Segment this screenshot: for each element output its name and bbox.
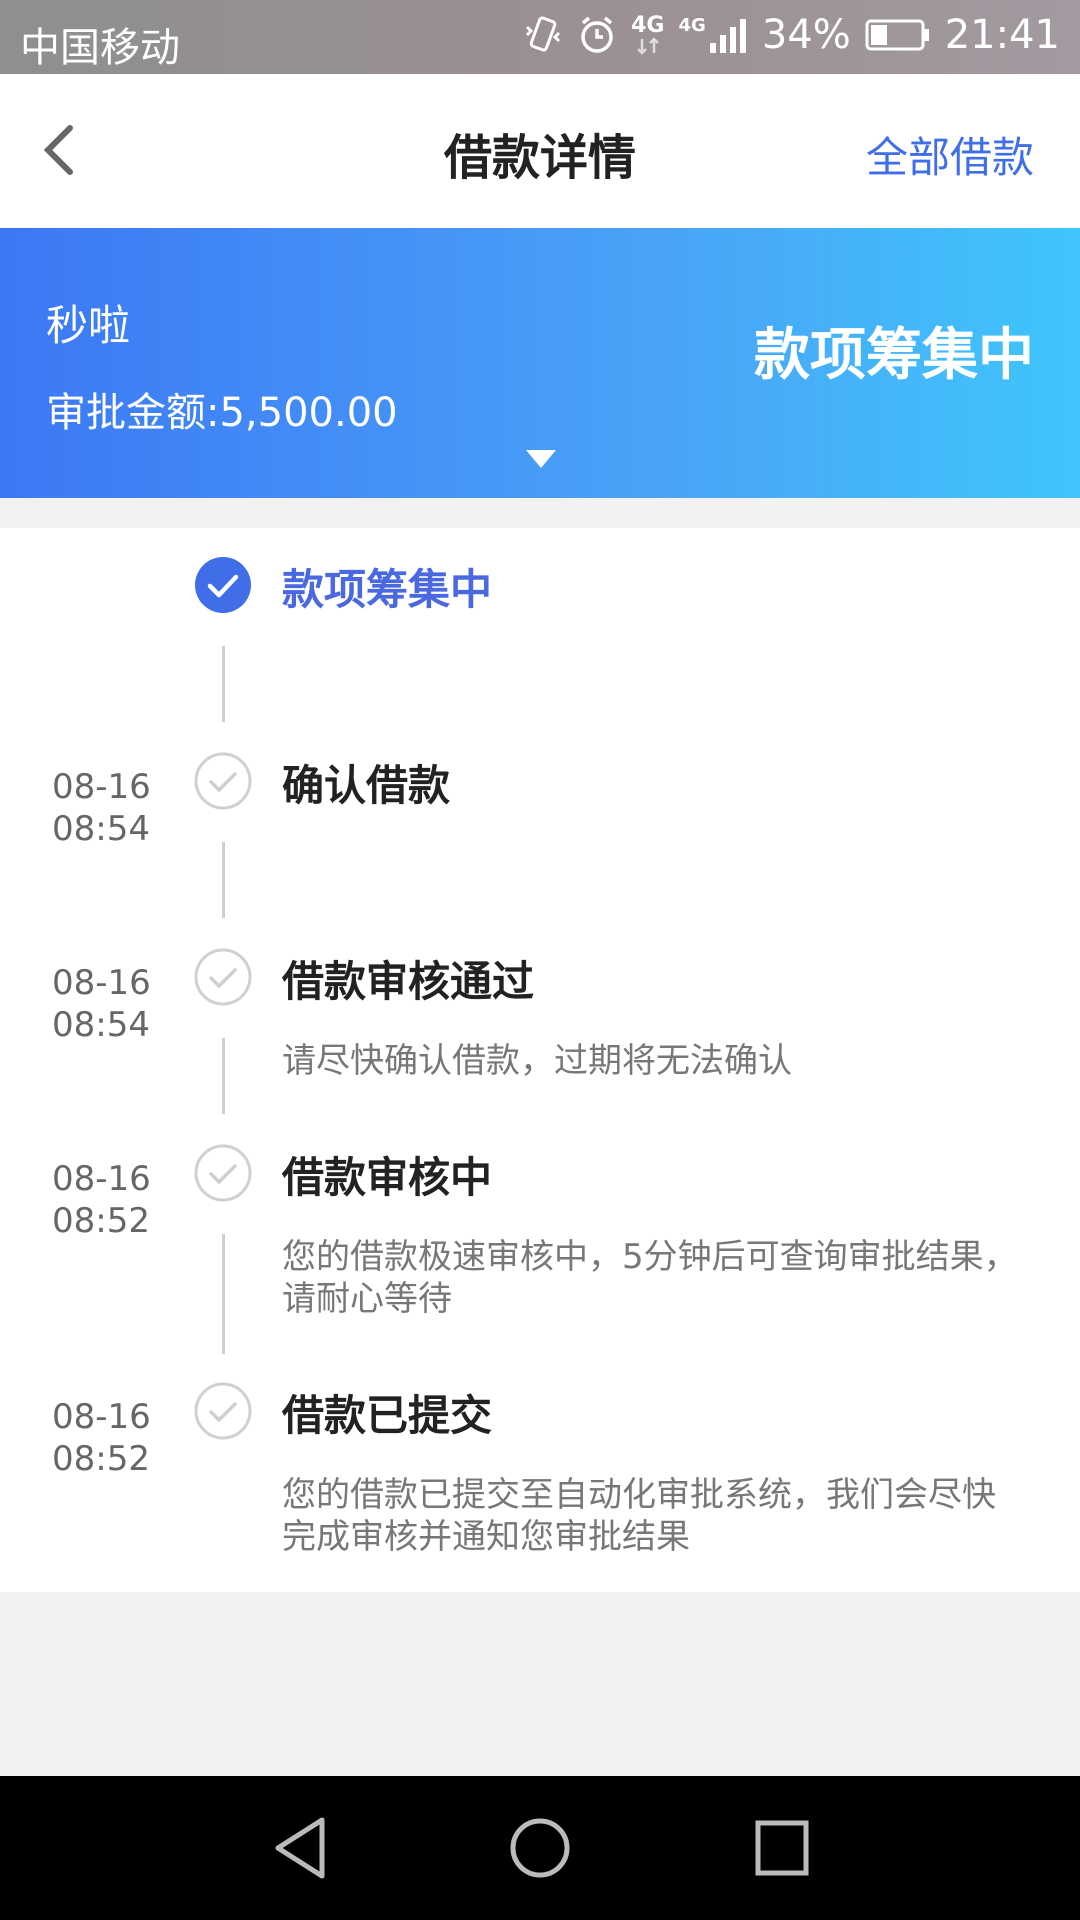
step-description: 您的借款极速审核中，5分钟后可查询审批结果，请耐心等待 <box>282 1237 1018 1319</box>
check-outline-icon <box>194 1382 252 1440</box>
status-icons: 4G 4G 34% 21:41 <box>523 12 1060 58</box>
step-time: 08-16 08:52 <box>52 1159 151 1241</box>
loan-timeline: 款项筹集中 08-16 08:54 确认借款 08-16 08:54 借款审核通 <box>0 528 1080 1592</box>
step-description: 请尽快确认借款，过期将无法确认 <box>282 1041 792 1081</box>
step-time: 08-16 08:54 <box>52 963 151 1045</box>
triangle-back-icon <box>275 1817 325 1879</box>
battery-percent: 34% <box>761 12 851 58</box>
system-nav-bar <box>0 1776 1080 1920</box>
timeline-connector <box>222 1038 225 1114</box>
check-outline-icon <box>194 752 252 810</box>
timeline-connector <box>222 1234 225 1354</box>
step-title: 款项筹集中 <box>282 565 493 614</box>
square-recents-icon <box>755 1820 809 1876</box>
lender-name: 秒啦 <box>46 301 131 350</box>
approved-amount: 审批金额:5,500.00 <box>46 390 398 436</box>
step-title: 确认借款 <box>282 761 451 810</box>
signal-icon: 4G <box>679 15 748 55</box>
check-outline-icon <box>194 948 252 1006</box>
all-loans-link[interactable]: 全部借款 <box>866 124 1034 185</box>
clock-time: 21:41 <box>944 12 1060 58</box>
loan-status: 款项筹集中 <box>754 323 1034 388</box>
circle-home-icon <box>510 1818 570 1878</box>
battery-icon <box>865 17 931 53</box>
step-time: 08-16 08:52 <box>52 1397 151 1479</box>
step-description: 您的借款已提交至自动化审批系统，我们会尽快完成审核并通知您审批结果 <box>282 1475 996 1557</box>
vibrate-icon <box>523 13 563 57</box>
step-title: 借款审核通过 <box>282 957 535 1006</box>
network-4g-label: 4G <box>631 15 665 55</box>
step-title: 借款已提交 <box>282 1391 493 1440</box>
expand-caret-icon[interactable] <box>526 450 556 474</box>
status-bar: 中国移动 4G 4G 34% 21:41 <box>0 0 1080 74</box>
nav-back-button[interactable] <box>270 1814 330 1886</box>
nav-home-button[interactable] <box>508 1814 572 1886</box>
nav-bar: 借款详情 全部借款 <box>0 74 1080 228</box>
timeline-connector <box>222 646 225 722</box>
alarm-icon <box>577 13 617 57</box>
carrier-label: 中国移动 <box>20 25 180 71</box>
loan-summary-banner: 秒啦 审批金额:5,500.00 款项筹集中 <box>0 228 1080 498</box>
step-time: 08-16 08:54 <box>52 767 151 849</box>
nav-recents-button[interactable] <box>752 1814 812 1886</box>
timeline-connector <box>222 842 225 918</box>
check-outline-icon <box>194 1144 252 1202</box>
check-filled-icon <box>194 556 252 614</box>
screen: 中国移动 4G 4G 34% 21:41 借款详情 全部借款 秒啦 审批金额:5… <box>0 0 1080 1920</box>
step-title: 借款审核中 <box>282 1153 493 1202</box>
